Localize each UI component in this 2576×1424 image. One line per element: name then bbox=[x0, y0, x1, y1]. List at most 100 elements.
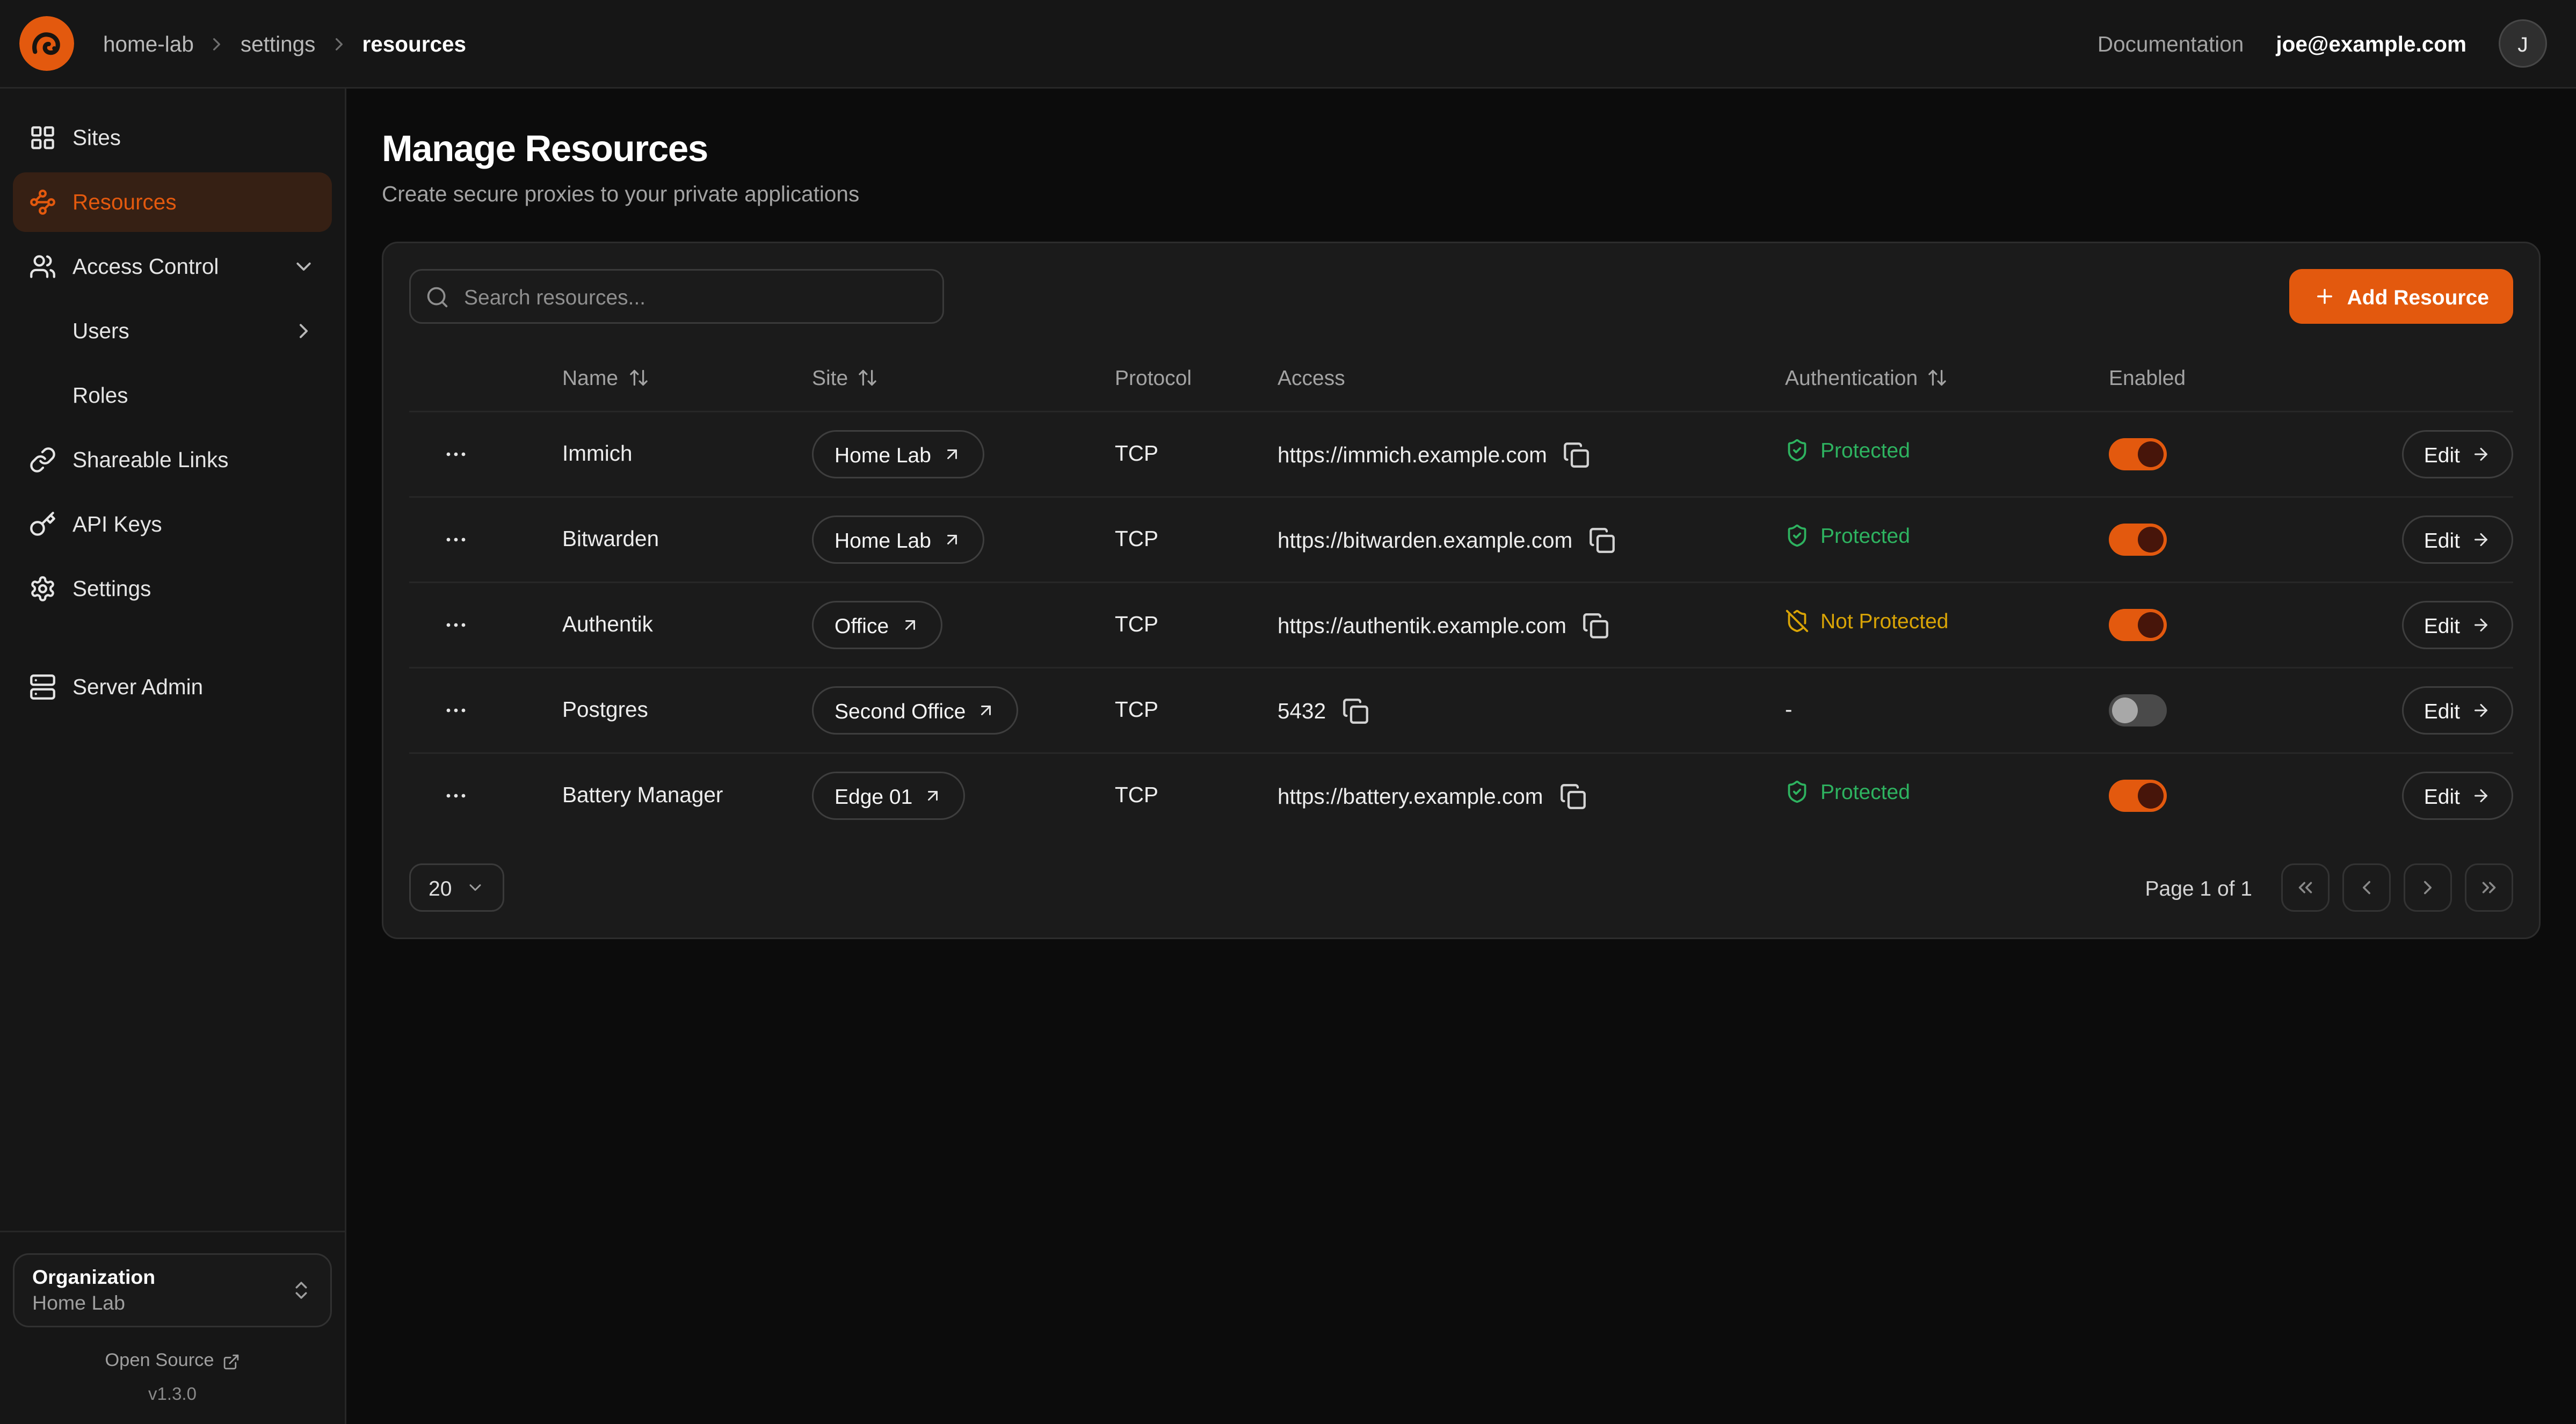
resource-name: Postgres bbox=[562, 698, 648, 722]
row-menu-button[interactable] bbox=[435, 433, 477, 475]
site-link-button[interactable]: Edge 01 bbox=[812, 772, 966, 820]
resources-icon bbox=[29, 188, 56, 216]
sidebar-item-label: API Keys bbox=[72, 512, 162, 536]
copy-button[interactable] bbox=[1588, 526, 1616, 554]
organization-selector[interactable]: Organization Home Lab bbox=[13, 1253, 332, 1327]
row-menu-button[interactable] bbox=[435, 775, 477, 817]
site-link-button[interactable]: Second Office bbox=[812, 686, 1019, 735]
sort-icon bbox=[1927, 367, 1948, 388]
avatar[interactable]: J bbox=[2499, 19, 2547, 68]
edit-button[interactable]: Edit bbox=[2401, 515, 2513, 564]
ellipsis-icon bbox=[443, 783, 469, 809]
resource-protocol: TCP bbox=[1115, 612, 1158, 636]
app-logo[interactable] bbox=[19, 16, 74, 71]
breadcrumb-item-settings[interactable]: settings bbox=[241, 32, 316, 56]
external-arrow-icon bbox=[942, 445, 962, 464]
main-content: Manage Resources Create secure proxies t… bbox=[346, 89, 2576, 1424]
resource-name: Battery Manager bbox=[562, 783, 723, 807]
breadcrumb: home-lab settings resources bbox=[103, 32, 466, 56]
open-source-label: Open Source bbox=[105, 1352, 214, 1371]
table-row: Battery Manager Edge 01 TCP https://batt… bbox=[409, 752, 2513, 838]
sidebar-item-settings[interactable]: Settings bbox=[13, 559, 332, 619]
page-size-value: 20 bbox=[429, 876, 452, 900]
row-menu-button[interactable] bbox=[435, 604, 477, 646]
chevron-right-icon bbox=[292, 319, 316, 343]
site-name: Home Lab bbox=[835, 528, 931, 552]
sidebar-item-resources[interactable]: Resources bbox=[13, 172, 332, 232]
external-arrow-icon bbox=[924, 786, 943, 805]
breadcrumb-item-resources[interactable]: resources bbox=[362, 32, 466, 56]
chevrons-left-icon bbox=[2294, 876, 2317, 899]
edit-button[interactable]: Edit bbox=[2401, 601, 2513, 649]
copy-icon bbox=[1559, 782, 1586, 810]
next-page-button[interactable] bbox=[2404, 863, 2452, 912]
resources-card: Add Resource Name Site bbox=[382, 242, 2541, 939]
column-header-authentication[interactable]: Authentication bbox=[1785, 365, 2109, 389]
edit-button[interactable]: Edit bbox=[2401, 686, 2513, 735]
authentication-text: Protected bbox=[1820, 438, 1910, 462]
enabled-toggle[interactable] bbox=[2109, 524, 2167, 556]
toggle-knob bbox=[2138, 527, 2164, 553]
breadcrumb-separator-icon bbox=[328, 33, 349, 54]
row-menu-button[interactable] bbox=[435, 689, 477, 731]
sidebar-nav: Sites Resources Access ControlUsersRoles Sh… bbox=[13, 108, 332, 722]
toggle-knob bbox=[2138, 612, 2164, 638]
sidebar-item-sites[interactable]: Sites bbox=[13, 108, 332, 168]
last-page-button[interactable] bbox=[2465, 863, 2513, 912]
enabled-toggle[interactable] bbox=[2109, 609, 2167, 641]
arrow-right-icon bbox=[2471, 445, 2491, 464]
gear-icon bbox=[29, 575, 56, 602]
column-header-protocol: Protocol bbox=[1115, 365, 1278, 389]
copy-button[interactable] bbox=[1563, 441, 1591, 468]
organization-label: Organization bbox=[32, 1266, 155, 1289]
sidebar-item-label: Resources bbox=[72, 190, 177, 214]
row-menu-button[interactable] bbox=[435, 519, 477, 561]
breadcrumb-item-home-lab[interactable]: home-lab bbox=[103, 32, 194, 56]
authentication-text: Protected bbox=[1820, 524, 1910, 548]
prev-page-button[interactable] bbox=[2342, 863, 2391, 912]
site-link-button[interactable]: Office bbox=[812, 601, 942, 649]
copy-button[interactable] bbox=[1583, 612, 1610, 639]
sidebar-item-label: Shareable Links bbox=[72, 448, 228, 472]
authentication-status: Protected bbox=[1785, 524, 1910, 548]
toggle-knob bbox=[2138, 783, 2164, 809]
shield-check-icon bbox=[1785, 524, 1809, 548]
edit-button[interactable]: Edit bbox=[2401, 430, 2513, 478]
column-header-name[interactable]: Name bbox=[562, 365, 812, 389]
sidebar-bottom: Organization Home Lab Open Source v1.3.0 bbox=[13, 1215, 332, 1405]
open-source-link[interactable]: Open Source bbox=[13, 1352, 332, 1371]
organization-name: Home Lab bbox=[32, 1292, 155, 1314]
site-name: Home Lab bbox=[835, 442, 931, 467]
pangolin-logo-icon bbox=[19, 50, 74, 71]
chevrons-up-down-icon bbox=[290, 1279, 313, 1302]
enabled-toggle[interactable] bbox=[2109, 780, 2167, 812]
documentation-link[interactable]: Documentation bbox=[2098, 32, 2244, 56]
first-page-button[interactable] bbox=[2281, 863, 2330, 912]
site-link-button[interactable]: Home Lab bbox=[812, 515, 984, 564]
edit-label: Edit bbox=[2424, 442, 2460, 467]
edit-button[interactable]: Edit bbox=[2401, 772, 2513, 820]
enabled-toggle[interactable] bbox=[2109, 438, 2167, 470]
key-icon bbox=[29, 511, 56, 538]
table-header-row: Name Site Protocol Access bbox=[409, 343, 2513, 411]
sidebar-item-shareable-links[interactable]: Shareable Links bbox=[13, 430, 332, 490]
topbar-right: Documentation joe@example.com J bbox=[2098, 19, 2547, 68]
copy-button[interactable] bbox=[1559, 782, 1586, 810]
enabled-toggle[interactable] bbox=[2109, 694, 2167, 726]
copy-button[interactable] bbox=[1342, 697, 1369, 724]
sidebar-item-api-keys[interactable]: API Keys bbox=[13, 495, 332, 554]
column-header-site[interactable]: Site bbox=[812, 365, 1115, 389]
sidebar-item-users[interactable]: Users bbox=[13, 301, 332, 361]
page-subtitle: Create secure proxies to your private ap… bbox=[382, 182, 2541, 206]
add-resource-button[interactable]: Add Resource bbox=[2289, 269, 2513, 324]
authentication-status: - bbox=[1785, 698, 1793, 722]
user-email[interactable]: joe@example.com bbox=[2276, 32, 2466, 56]
sidebar-item-access-control[interactable]: Access Control bbox=[13, 237, 332, 296]
site-link-button[interactable]: Home Lab bbox=[812, 430, 984, 478]
sidebar-item-roles[interactable]: Roles bbox=[13, 366, 332, 425]
sidebar-item-server-admin[interactable]: Server Admin bbox=[13, 657, 332, 717]
table-row: Bitwarden Home Lab TCP https://bitwarden… bbox=[409, 496, 2513, 582]
shield-off-icon bbox=[1785, 609, 1809, 633]
search-input[interactable] bbox=[409, 269, 944, 324]
page-size-select[interactable]: 20 bbox=[409, 863, 505, 912]
